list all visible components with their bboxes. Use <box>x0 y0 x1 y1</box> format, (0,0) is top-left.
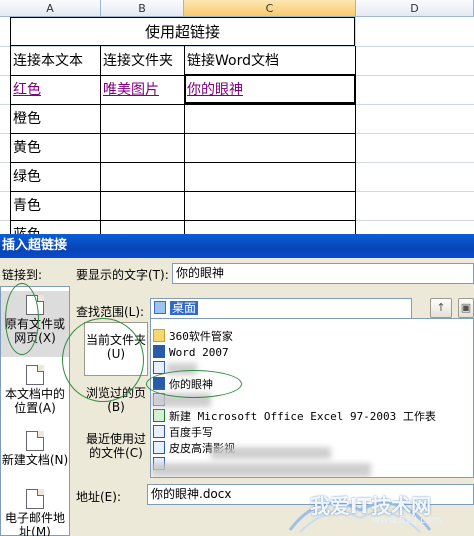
blurred-region <box>167 363 197 375</box>
folder-icon <box>153 329 165 342</box>
link-target-label: 本文档中的位置(A) <box>4 387 65 415</box>
header-cell-text[interactable]: 连接本文本 <box>11 47 100 75</box>
link-target-bar: 原有文件或网页(X) 本文档中的位置(A) 新建文档(N) 电子邮件地址(M) <box>0 286 70 536</box>
dialog-title: 插入超链接 <box>0 234 474 258</box>
blurred-region <box>151 463 371 477</box>
row-label[interactable]: 绿色 <box>11 163 100 191</box>
file-icon <box>153 361 165 374</box>
document-place-icon <box>26 365 44 385</box>
link-target-email[interactable]: 电子邮件地址(M) <box>1 487 69 536</box>
file-item[interactable]: 新建 Microsoft Office Excel 97-2003 工作表 <box>153 409 436 425</box>
file-list[interactable]: 360软件管家 Word 2007 你的眼神 新建 Microsoft Offi… <box>150 318 474 478</box>
hyperlink-red[interactable]: 红色 <box>11 76 100 104</box>
up-folder-button[interactable]: ↑ <box>430 298 452 318</box>
file-item[interactable]: 百度手写 <box>153 425 213 441</box>
nav-browsed-pages[interactable]: 浏览过的页(B) <box>84 384 148 424</box>
globe-file-icon <box>26 295 44 315</box>
new-document-icon <box>26 431 44 451</box>
column-header-c[interactable]: C <box>184 0 356 17</box>
file-icon <box>153 441 165 454</box>
active-cell-border <box>184 74 356 104</box>
row-label[interactable]: 橙色 <box>11 105 100 133</box>
watermark-url: www.52ij.com <box>372 515 442 526</box>
display-text-input[interactable]: 你的眼神 <box>172 263 474 284</box>
header-cell-folder[interactable]: 连接文件夹 <box>101 47 184 75</box>
column-header-a[interactable]: A <box>0 0 101 17</box>
file-item[interactable]: 你的眼神 <box>153 377 213 393</box>
link-target-new-document[interactable]: 新建文档(N) <box>1 427 69 487</box>
link-target-label: 原有文件或网页(X) <box>4 317 65 345</box>
title-cell[interactable]: 使用超链接 <box>10 17 355 46</box>
row-label[interactable]: 青色 <box>11 192 100 220</box>
link-target-existing-file[interactable]: 原有文件或网页(X) <box>1 291 69 357</box>
word-shortcut-icon <box>153 345 165 358</box>
nav-current-folder[interactable]: 当前文件夹(U) <box>84 322 148 376</box>
link-target-label: 新建文档(N) <box>1 453 69 467</box>
link-to-label: 链接到: <box>2 268 43 282</box>
header-cell-word[interactable]: 链接Word文档 <box>185 47 355 75</box>
blurred-region <box>151 393 211 407</box>
word-doc-icon <box>153 377 165 390</box>
look-in-value: 桌面 <box>170 301 199 315</box>
nav-recent-files[interactable]: 最近使用过的文件(C) <box>84 428 148 474</box>
excel-icon <box>153 409 165 422</box>
spreadsheet: A B C D 使用超链接 连接本文本 连接文件夹 链接Word文档 红色 唯美… <box>0 0 474 236</box>
file-item[interactable]: Word 2007 <box>153 345 229 361</box>
link-target-place-in-document[interactable]: 本文档中的位置(A) <box>1 361 69 421</box>
browse-file-button[interactable]: ▣ <box>458 298 474 318</box>
blurred-region <box>211 447 331 459</box>
hyperlink-pictures[interactable]: 唯美图片 <box>101 76 184 104</box>
lookup-nav: 当前文件夹(U) 浏览过的页(B) 最近使用过的文件(C) <box>84 318 148 478</box>
display-text-label: 要显示的文字(T): <box>76 268 169 282</box>
desktop-icon <box>154 301 166 314</box>
address-label: 地址(E): <box>76 490 121 504</box>
email-icon <box>26 489 44 509</box>
link-target-label: 电子邮件地址(M) <box>4 511 65 536</box>
look-in-dropdown[interactable]: 桌面 <box>150 298 412 319</box>
column-header-d[interactable]: D <box>356 0 474 17</box>
file-item[interactable]: 360软件管家 <box>153 329 233 345</box>
column-header-b[interactable]: B <box>101 0 184 17</box>
row-label[interactable]: 黄色 <box>11 134 100 162</box>
file-icon <box>153 425 165 438</box>
